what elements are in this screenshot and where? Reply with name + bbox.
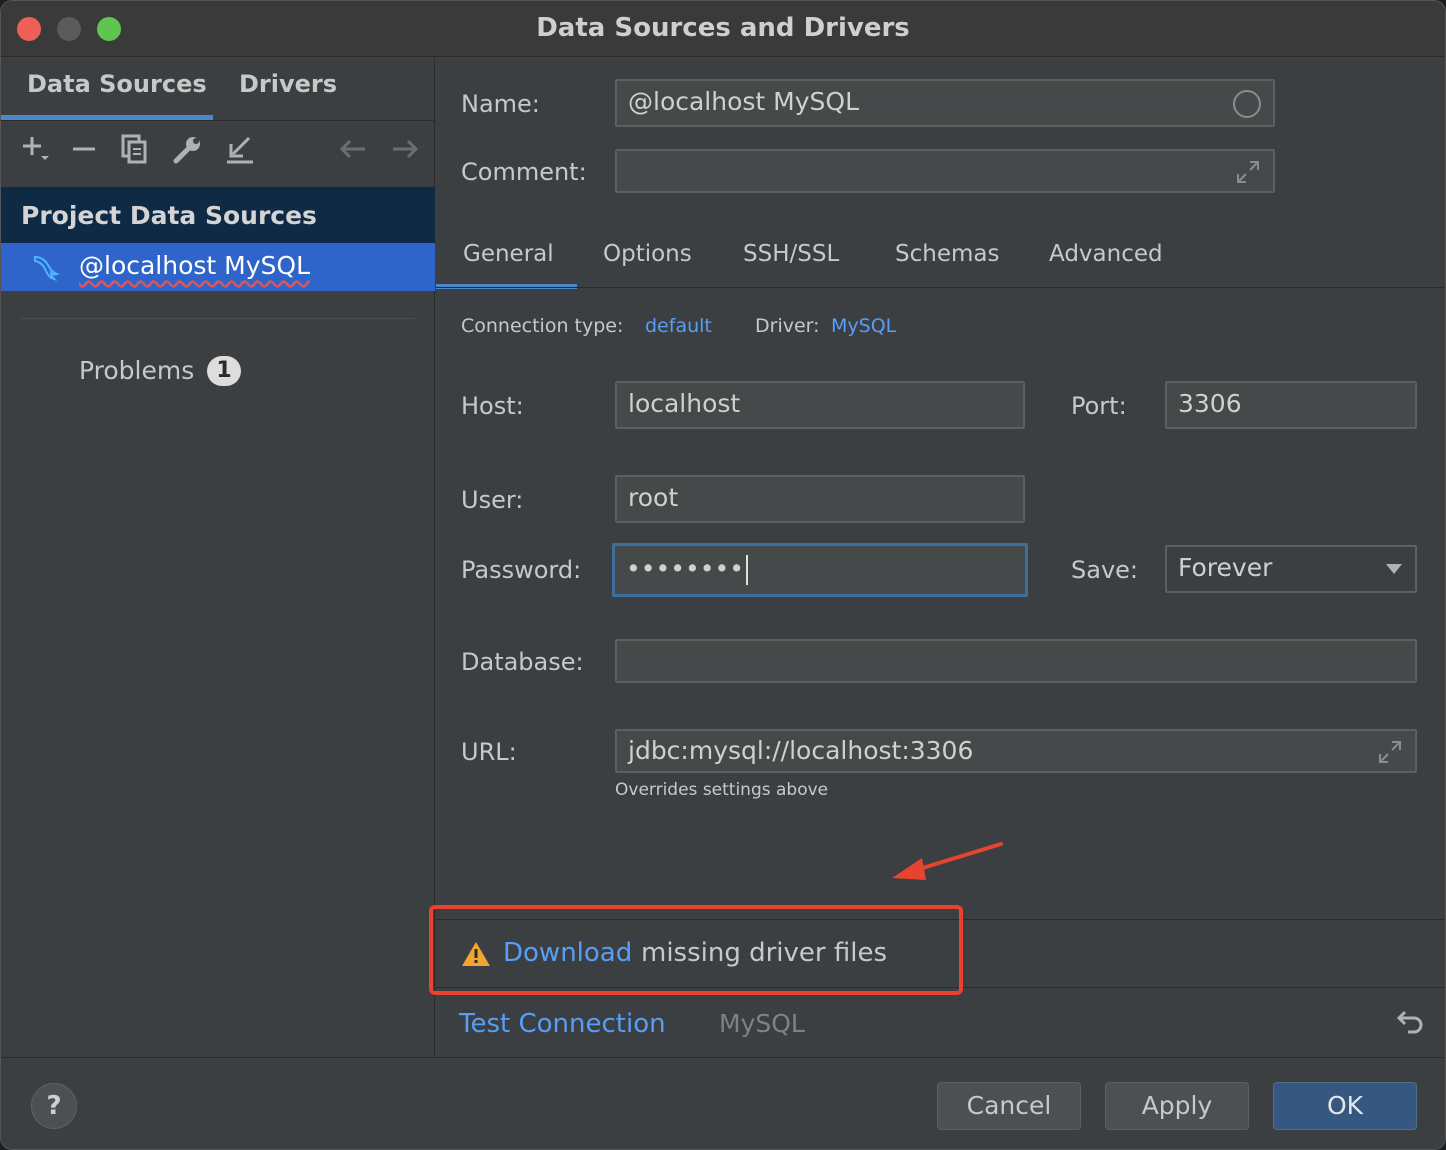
dialog-window: Data Sources and Drivers Data Sources Dr…: [0, 0, 1446, 1150]
tab-drivers[interactable]: Drivers: [239, 70, 337, 98]
tab-options[interactable]: Options: [603, 241, 692, 267]
forward-arrow-icon[interactable]: [389, 132, 421, 174]
test-connection-link[interactable]: Test Connection: [459, 1009, 666, 1039]
tab-data-sources[interactable]: Data Sources: [27, 70, 207, 98]
comment-input[interactable]: [615, 149, 1275, 193]
add-icon[interactable]: [19, 132, 53, 174]
port-input[interactable]: 3306: [1165, 381, 1417, 429]
save-dropdown[interactable]: Forever: [1165, 545, 1417, 593]
expand-icon[interactable]: [1377, 739, 1403, 765]
tab-ssh-ssl[interactable]: SSH/SSL: [743, 241, 839, 267]
save-label: Save:: [1071, 556, 1138, 584]
save-value: Forever: [1178, 553, 1273, 582]
tab-divider: [1, 120, 435, 121]
url-value: jdbc:mysql://localhost:3306: [628, 736, 974, 765]
title-bar: Data Sources and Drivers: [1, 1, 1445, 57]
comment-label: Comment:: [461, 158, 587, 186]
driver-label: Driver:: [755, 315, 820, 337]
apply-button[interactable]: Apply: [1105, 1082, 1249, 1130]
mysql-dolphin-icon: [34, 255, 60, 281]
window-title: Data Sources and Drivers: [536, 13, 910, 43]
connection-type-link[interactable]: default: [645, 315, 712, 337]
annotation-highlight-box: [429, 905, 963, 995]
password-label: Password:: [461, 556, 582, 584]
tab-schemas[interactable]: Schemas: [895, 241, 999, 267]
database-label: Database:: [461, 648, 584, 676]
data-source-item[interactable]: @localhost MySQL: [1, 243, 435, 291]
database-input[interactable]: [615, 639, 1417, 683]
driver-link[interactable]: MySQL: [831, 315, 896, 337]
host-label: Host:: [461, 392, 524, 420]
url-label: URL:: [461, 738, 517, 766]
chevron-down-icon: [1386, 564, 1402, 574]
data-source-label: @localhost MySQL: [79, 251, 311, 280]
name-input[interactable]: @localhost MySQL: [615, 79, 1275, 127]
url-hint: Overrides settings above: [615, 780, 829, 800]
revert-icon[interactable]: [1394, 1008, 1424, 1038]
section-header-label: Project Data Sources: [21, 201, 317, 230]
user-input[interactable]: root: [615, 475, 1025, 523]
remove-icon[interactable]: [69, 132, 99, 174]
tab-advanced[interactable]: Advanced: [1049, 241, 1163, 267]
import-icon[interactable]: [223, 132, 257, 174]
name-value: @localhost MySQL: [628, 87, 860, 116]
project-data-sources-header: Project Data Sources: [1, 187, 435, 243]
tabs-divider: [436, 287, 1445, 288]
annotation-arrow-icon: [892, 842, 1003, 880]
driver-name-label: MySQL: [719, 1009, 805, 1038]
host-input[interactable]: localhost: [615, 381, 1025, 429]
name-label: Name:: [461, 90, 540, 118]
tab-general[interactable]: General: [463, 241, 554, 267]
duplicate-icon[interactable]: [119, 132, 151, 174]
help-button[interactable]: ?: [31, 1083, 77, 1129]
ok-button[interactable]: OK: [1273, 1082, 1417, 1130]
problems-item[interactable]: Problems: [79, 356, 194, 385]
user-label: User:: [461, 486, 524, 514]
password-input[interactable]: ••••••••: [612, 543, 1028, 597]
text-cursor: [745, 555, 748, 585]
left-divider: [21, 318, 415, 319]
color-circle-icon[interactable]: [1233, 90, 1261, 118]
password-value: ••••••••: [626, 554, 744, 583]
expand-icon[interactable]: [1235, 159, 1261, 185]
problems-count-badge: 1: [207, 356, 241, 386]
url-input[interactable]: jdbc:mysql://localhost:3306: [615, 729, 1417, 773]
dialog-footer: ? Cancel Apply OK: [1, 1057, 1445, 1149]
wrench-icon[interactable]: [171, 132, 205, 174]
left-panel: Data Sources Drivers Project Data Source…: [1, 58, 435, 1056]
cancel-button[interactable]: Cancel: [937, 1082, 1081, 1130]
port-label: Port:: [1071, 392, 1127, 420]
connection-type-label: Connection type:: [461, 315, 624, 337]
back-arrow-icon[interactable]: [337, 132, 369, 174]
